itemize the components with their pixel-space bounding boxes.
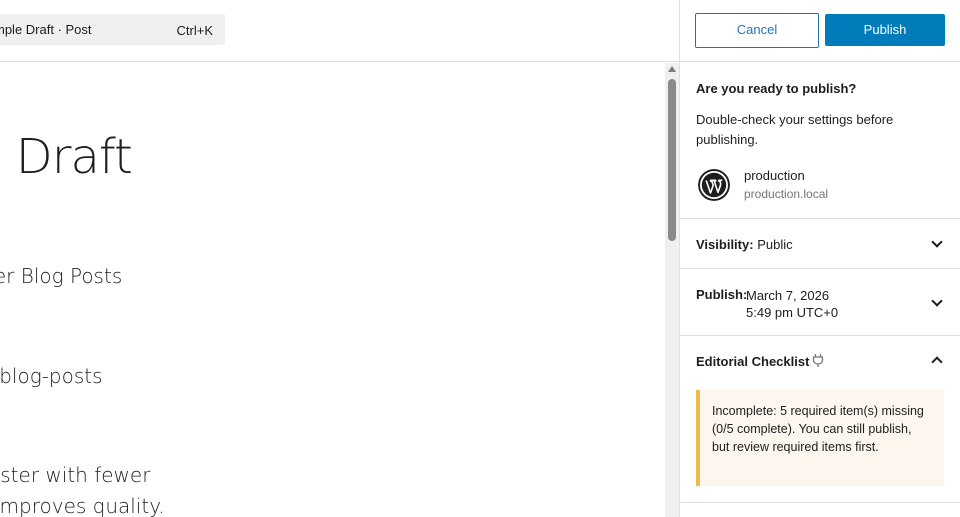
content-block[interactable]: -blog-posts [0, 364, 103, 388]
site-info: production production.local [696, 164, 946, 204]
visibility-value: Public [757, 237, 793, 252]
visibility-row[interactable]: Visibility: Public [680, 219, 960, 269]
editorial-checklist-section: Editorial Checklist Incomplete: 5 requir… [680, 336, 960, 503]
content-block[interactable]: aster with fewer [0, 463, 150, 487]
publish-time-line: 5:49 pm UTC+0 [746, 305, 839, 320]
ready-description: Double-check your settings before publis… [696, 112, 894, 147]
prepublish-header: Cancel Publish [680, 0, 960, 62]
visibility-label-group: Visibility: Public [696, 237, 793, 252]
site-url: production.local [744, 187, 829, 201]
plugin-icon [812, 354, 824, 367]
site-name: production [744, 168, 805, 183]
wordpress-logo-icon [698, 169, 730, 201]
publish-button[interactable]: Publish [825, 14, 945, 46]
scrollbar-thumb[interactable] [668, 79, 676, 241]
publish-date-label: Publish: [696, 287, 748, 302]
chevron-up-icon[interactable] [931, 356, 943, 368]
editor-header: mple Draft · Post Ctrl+K [0, 0, 679, 62]
scroll-up-arrow-icon[interactable] [668, 66, 676, 72]
visibility-label: Visibility: [696, 237, 754, 252]
post-title[interactable]: e Draft [0, 129, 133, 185]
chevron-down-icon[interactable] [931, 236, 943, 248]
publish-date-row[interactable]: Publish: March 7, 2026 5:49 pm UTC+0 [680, 269, 960, 336]
ready-to-publish-section: Are you ready to publish? Double-check y… [680, 62, 960, 219]
prepublish-panel: Cancel Publish Are you ready to publish?… [679, 0, 960, 517]
command-palette-button[interactable]: mple Draft · Post Ctrl+K [0, 14, 225, 45]
checklist-warning-notice: Incomplete: 5 required item(s) missing (… [696, 390, 944, 486]
checklist-title[interactable]: Editorial Checklist [696, 354, 809, 369]
document-title: mple Draft · Post [0, 22, 92, 37]
canvas-scrollbar[interactable] [665, 63, 679, 517]
publish-date-line: March 7, 2026 [746, 288, 830, 303]
publish-date-value: March 7, 2026 5:49 pm UTC+0 [746, 287, 838, 321]
chevron-down-icon[interactable] [931, 295, 943, 307]
ready-heading: Are you ready to publish? [696, 81, 857, 96]
content-block[interactable]: improves quality. [0, 494, 165, 517]
keyboard-shortcut: Ctrl+K [176, 23, 213, 38]
content-block[interactable]: ter Blog Posts [0, 264, 122, 288]
cancel-button[interactable]: Cancel [695, 13, 819, 48]
editor-canvas[interactable]: e Draft ter Blog Posts -blog-posts aster… [0, 63, 665, 517]
